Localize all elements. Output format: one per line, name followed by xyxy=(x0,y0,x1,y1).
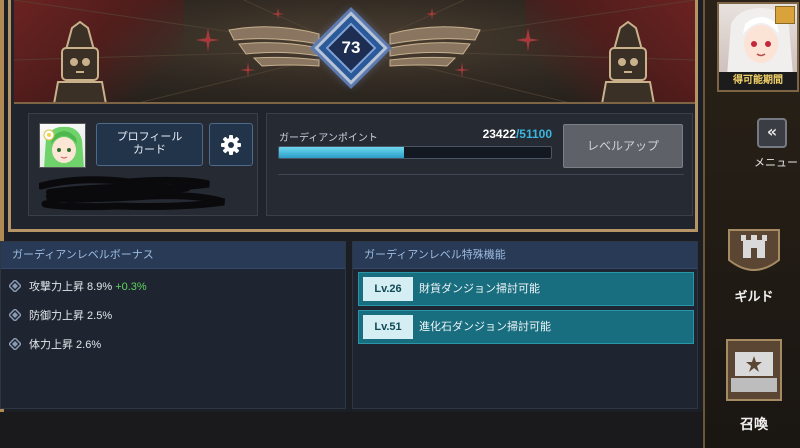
event-period-label: 得可能期間 xyxy=(719,72,797,90)
guild-label: ギルド xyxy=(734,289,774,304)
guild-button[interactable] xyxy=(721,220,787,280)
robot-mascot-left-icon xyxy=(53,20,107,102)
robot-mascot-right-icon xyxy=(601,20,655,102)
feature-description: 進化石ダンジョン掃討可能 xyxy=(419,321,551,333)
level-bonus-header: ガーディアンレベルボーナス xyxy=(1,242,345,269)
guardian-points-value: 23422/51100 xyxy=(457,127,552,141)
feature-level-badge: Lv.26 xyxy=(363,277,413,301)
feature-row-currency-dungeon: Lv.26 財貨ダンジョン掃討可能 xyxy=(358,272,694,306)
guardian-points-label: ガーディアンポイント xyxy=(279,133,378,144)
avatar[interactable] xyxy=(39,123,86,168)
star-icon xyxy=(196,28,220,52)
redacted-player-name xyxy=(39,176,226,211)
star-icon xyxy=(516,28,540,52)
star-icon xyxy=(426,8,438,20)
diamond-bullet-icon xyxy=(9,338,21,350)
bonus-increase: +0.3% xyxy=(115,281,147,293)
bonus-row-defense: 防御力上昇 2.5% xyxy=(9,306,112,326)
bottom-strip xyxy=(0,412,703,448)
level-banner: 73 xyxy=(14,0,695,104)
crown-icon xyxy=(775,6,795,24)
summon-button[interactable] xyxy=(721,330,787,408)
guardian-level-value: 73 xyxy=(341,38,361,57)
bonus-row-hp: 体力上昇 2.6% xyxy=(9,335,101,355)
feature-level-badge: Lv.51 xyxy=(363,315,413,339)
guardian-points-panel: ガーディアンポイント 23422/51100 レベルアップ xyxy=(266,113,693,216)
guardian-level-badge: 73 xyxy=(314,11,388,85)
special-features-panel: ガーディアンレベル特殊機能 Lv.26 財貨ダンジョン掃討可能 Lv.51 進化… xyxy=(352,241,698,409)
diamond-bullet-icon xyxy=(9,280,21,292)
summon-label: 召喚 xyxy=(740,416,768,432)
level-up-button[interactable]: レベルアップ xyxy=(563,124,683,168)
settings-button[interactable] xyxy=(209,123,253,166)
feature-row-evolution-dungeon: Lv.51 進化石ダンジョン掃討可能 xyxy=(358,310,694,344)
double-chevron-left-icon: « xyxy=(766,122,778,141)
guardian-points-max: 51100 xyxy=(519,127,552,141)
guardian-points-current: 23422 xyxy=(482,127,516,141)
menu-label: メニュー xyxy=(754,157,798,169)
guardian-level-frame: 73 プロフィール カード ガーディアンポイント 23422/51100 レベル… xyxy=(8,0,698,232)
profile-card-button[interactable]: プロフィール カード xyxy=(96,123,203,166)
star-icon xyxy=(240,62,256,78)
castle-shield-icon xyxy=(741,235,767,258)
special-features-header: ガーディアンレベル特殊機能 xyxy=(353,242,697,269)
green-haired-character-avatar xyxy=(43,126,84,167)
profile-panel: プロフィール カード xyxy=(28,113,258,216)
bonus-label: 攻撃力上昇 8.9% xyxy=(29,281,113,293)
level-bonus-panel: ガーディアンレベルボーナス 攻撃力上昇 8.9% +0.3% 防御力上昇 2.5… xyxy=(0,241,346,409)
guardian-points-progress-fill xyxy=(279,147,404,158)
points-divider xyxy=(278,174,684,175)
bonus-label: 防御力上昇 2.5% xyxy=(29,310,113,322)
star-chest-icon xyxy=(731,352,777,392)
gear-icon xyxy=(221,135,241,155)
right-sidebar: 得可能期間 « メニュー ギルド 召喚 xyxy=(703,0,800,448)
bonus-label: 体力上昇 2.6% xyxy=(29,339,102,351)
guardian-points-progress-bar xyxy=(278,146,552,159)
bonus-row-attack: 攻撃力上昇 8.9% +0.3% xyxy=(9,277,147,297)
menu-button[interactable]: « xyxy=(757,118,787,148)
event-banner[interactable]: 得可能期間 xyxy=(717,2,799,92)
diamond-bullet-icon xyxy=(9,309,21,321)
feature-description: 財貨ダンジョン掃討可能 xyxy=(419,283,540,295)
star-icon xyxy=(272,8,284,20)
